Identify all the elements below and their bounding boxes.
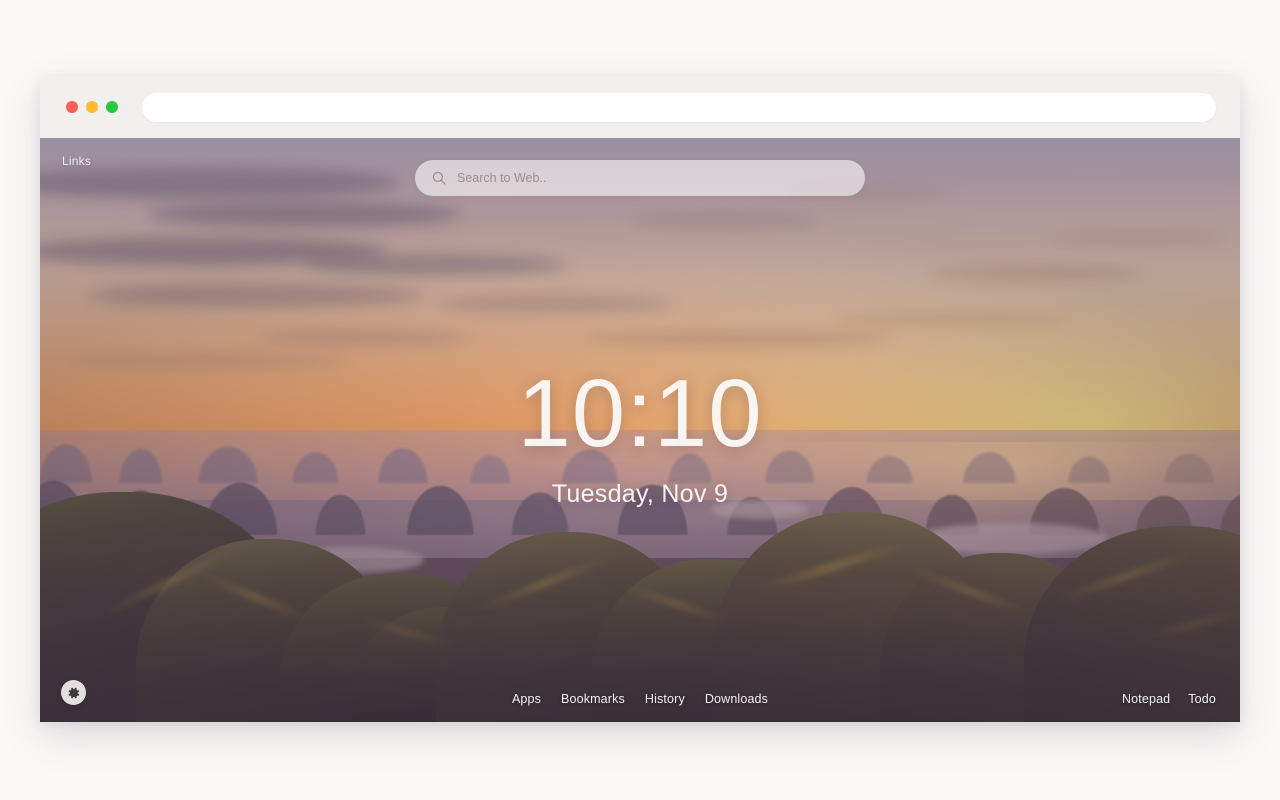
traffic-lights (66, 101, 118, 113)
search-input[interactable] (457, 171, 849, 185)
maximize-window-button[interactable] (106, 101, 118, 113)
web-search-box[interactable] (415, 160, 865, 196)
nav-link-apps[interactable]: Apps (512, 692, 541, 706)
search-icon (432, 171, 446, 185)
nav-link-bookmarks[interactable]: Bookmarks (561, 692, 625, 706)
nav-link-downloads[interactable]: Downloads (705, 692, 768, 706)
nav-link-notepad[interactable]: Notepad (1122, 692, 1170, 706)
bottom-nav-right: Notepad Todo (1122, 692, 1216, 706)
browser-toolbar (40, 76, 1240, 138)
page-viewport: Links 10:10 Tuesday, Nov 9 Apps (40, 138, 1240, 722)
nav-link-history[interactable]: History (645, 692, 685, 706)
gear-icon (68, 687, 79, 698)
clock-date: Tuesday, Nov 9 (551, 480, 729, 508)
close-window-button[interactable] (66, 101, 78, 113)
nav-link-todo[interactable]: Todo (1188, 692, 1216, 706)
address-bar[interactable] (142, 92, 1216, 122)
settings-button[interactable] (61, 680, 86, 705)
links-label[interactable]: Links (62, 154, 91, 168)
minimize-window-button[interactable] (86, 101, 98, 113)
clock-time: 10:10 (517, 360, 763, 467)
bottom-nav-center: Apps Bookmarks History Downloads (512, 692, 768, 706)
newtab-overlay: Links 10:10 Tuesday, Nov 9 Apps (40, 138, 1240, 722)
clock-widget: 10:10 Tuesday, Nov 9 (40, 366, 1240, 509)
browser-window: Links 10:10 Tuesday, Nov 9 Apps (40, 76, 1240, 722)
